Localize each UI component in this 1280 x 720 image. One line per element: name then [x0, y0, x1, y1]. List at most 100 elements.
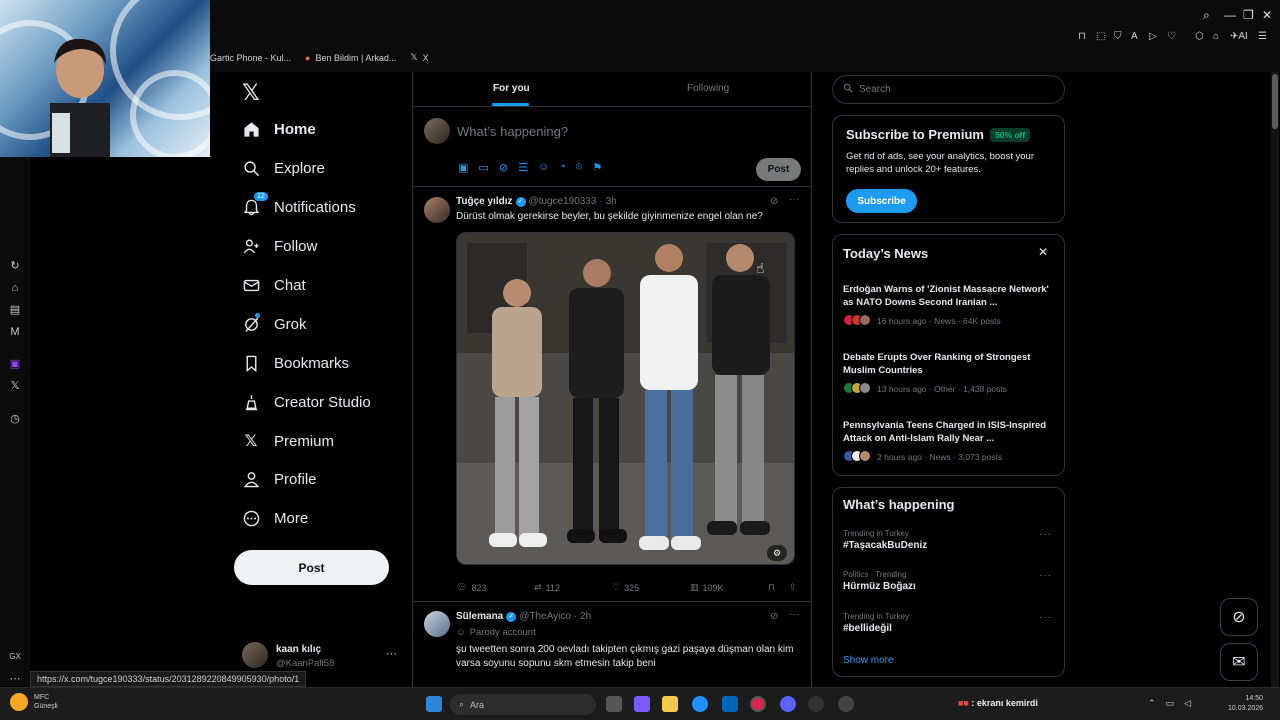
news-item[interactable]: Debate Erupts Over Ranking of Strongest …	[843, 351, 1055, 396]
app-icon[interactable]	[838, 696, 854, 712]
messages-fab[interactable]: ✉	[1220, 643, 1258, 681]
restore-button[interactable]: ❐	[1243, 8, 1254, 22]
location-icon[interactable]: ⌾	[576, 161, 583, 174]
bag-icon[interactable]: ⌂	[8, 281, 22, 295]
file-explorer-icon[interactable]	[662, 696, 678, 712]
steam-icon[interactable]	[808, 696, 824, 712]
gif-icon[interactable]: ▭	[478, 161, 488, 174]
twitch-icon[interactable]: ▣	[8, 357, 22, 371]
post-button[interactable]: Post	[234, 550, 389, 585]
more-icon[interactable]: ···	[789, 194, 799, 205]
more-icon[interactable]: ···	[386, 648, 397, 660]
nav-home[interactable]: Home	[242, 120, 316, 138]
gx-icon[interactable]: GX	[8, 650, 22, 664]
composer-post-button[interactable]: Post	[756, 158, 801, 181]
avatar[interactable]	[424, 611, 450, 637]
screenshot-icon[interactable]: ⬚	[1096, 31, 1105, 42]
more-icon[interactable]: ···	[1039, 570, 1052, 581]
close-icon[interactable]: ✕	[1038, 245, 1048, 259]
nav-bookmarks[interactable]: Bookmarks	[242, 354, 349, 372]
x-icon[interactable]: 𝕏	[8, 379, 22, 393]
tweet-time[interactable]: · 3h	[599, 196, 616, 207]
image-icon[interactable]: ▣	[458, 161, 468, 174]
task-view-icon[interactable]	[606, 696, 622, 712]
windows-start-icon[interactable]	[426, 696, 442, 712]
subscribe-button[interactable]: Subscribe	[846, 189, 917, 213]
tweet-photo[interactable]: ⚙	[456, 232, 795, 565]
more-icon[interactable]: ···	[1039, 612, 1052, 623]
nav-grok[interactable]: Grok	[242, 313, 307, 333]
bookmark-button[interactable]: ⊓	[768, 582, 775, 593]
tab-for-you[interactable]: For you	[493, 83, 530, 94]
tweet-time[interactable]: · 2h	[574, 611, 591, 622]
news-item[interactable]: Erdoğan Warns of 'Zionist Massacre Netwo…	[843, 283, 1055, 328]
clock-icon[interactable]: ◷	[8, 412, 22, 426]
store-icon[interactable]	[722, 696, 738, 712]
grok-icon[interactable]: ⊘	[499, 161, 508, 174]
news-item[interactable]: Pennsylvania Teens Charged in ISIS-Inspi…	[843, 419, 1055, 464]
taskbar-search[interactable]: ⌕ Ara	[450, 694, 596, 715]
nav-creator-studio[interactable]: Creator Studio	[242, 393, 371, 411]
pin-icon[interactable]: ⊓	[1078, 31, 1086, 42]
tweet-author[interactable]: Tuğçe yıldız	[456, 196, 513, 207]
tweet-handle[interactable]: @TheAyico	[519, 611, 571, 622]
trend-item[interactable]: Politics · Trending Hürmüz Boğazı	[843, 570, 1055, 592]
search-input[interactable]: Search	[832, 75, 1065, 104]
reply-button[interactable]: 💬︎ 823	[456, 582, 486, 593]
play-icon[interactable]: ▷	[1149, 31, 1157, 42]
more-icon[interactable]: ⋯	[8, 672, 22, 686]
x-logo-icon[interactable]: 𝕏	[242, 80, 260, 106]
more-icon[interactable]: ···	[789, 609, 799, 620]
browser-tab[interactable]: Gartic Phone - Kul...	[210, 52, 291, 63]
tweet[interactable]: Sülemana ✓ @TheAyico · 2h ⊘ ··· ☺ Parody …	[413, 603, 811, 687]
more-icon[interactable]: ···	[1039, 529, 1052, 540]
ai-icon[interactable]: ✈AI	[1230, 31, 1248, 42]
opera-gx-icon[interactable]	[750, 696, 766, 712]
grok-icon[interactable]: ⊘	[770, 611, 778, 622]
scrollbar-thumb[interactable]	[1272, 74, 1278, 129]
tab-following[interactable]: Following	[687, 83, 729, 94]
shield-icon[interactable]: ⛉	[1114, 31, 1122, 42]
copilot-icon[interactable]	[634, 696, 650, 712]
composer-input[interactable]: What’s happening?	[457, 124, 568, 139]
nav-follow[interactable]: Follow	[242, 237, 317, 255]
browser-tab[interactable]: ● Ben Bildim | Arkad...	[305, 52, 396, 63]
poll-icon[interactable]: ☰	[518, 161, 528, 174]
system-tray[interactable]: ⌃ ▭ ◁	[1148, 698, 1191, 709]
views-button[interactable]: ▥ 109K	[690, 582, 724, 593]
like-button[interactable]: ♡ 325	[612, 582, 639, 593]
grok-icon[interactable]: ⊘	[770, 196, 778, 207]
tweet-author[interactable]: Sülemana	[456, 611, 503, 622]
search-icon[interactable]: ⌕	[1203, 8, 1210, 23]
close-button[interactable]: ✕	[1262, 8, 1272, 22]
share-button[interactable]: ⇧	[789, 582, 797, 593]
avatar[interactable]	[424, 197, 450, 223]
nav-more[interactable]: More	[242, 509, 308, 527]
heart-icon[interactable]: ♡	[1167, 31, 1176, 42]
emoji-icon[interactable]: ☺	[538, 161, 549, 174]
trend-item[interactable]: Trending in Turkey #bellideğil	[843, 612, 1055, 634]
nav-premium[interactable]: 𝕏 Premium	[242, 432, 334, 451]
lock-icon[interactable]: ⌂	[1213, 31, 1219, 42]
grok-fab[interactable]: ⊘	[1220, 598, 1258, 636]
edge-icon[interactable]	[692, 696, 708, 712]
account-switcher[interactable]: kaan kılıç @KaanPall58 ···	[242, 642, 402, 672]
m-icon[interactable]: M	[8, 325, 22, 339]
browser-tab-active[interactable]: 𝕏X	[410, 52, 428, 63]
scrollbar-track[interactable]	[1271, 72, 1279, 687]
repost-button[interactable]: ⇄ 112	[534, 582, 560, 593]
minimize-button[interactable]: —	[1224, 8, 1236, 22]
edit-image-icon[interactable]: ⚙	[767, 545, 787, 561]
nav-profile[interactable]: Profile	[242, 470, 317, 488]
discord-icon[interactable]	[780, 696, 796, 712]
schedule-icon[interactable]: ◔	[559, 161, 566, 174]
tweet[interactable]: Tuğçe yıldız ✓ @tugce190333 · 3h ⊘ ··· D…	[413, 188, 811, 602]
translate-icon[interactable]: A	[1131, 31, 1138, 42]
show-more-link[interactable]: Show more	[843, 655, 894, 666]
clock[interactable]: 14:50 10.03.2026	[1228, 694, 1263, 714]
trend-item[interactable]: Trending in Turkey #TaşacakBuDeniz	[843, 529, 1055, 551]
weather-widget[interactable]: MFC Güneşli	[10, 693, 58, 711]
extensions-icon[interactable]: ⬡	[1195, 31, 1204, 42]
nav-chat[interactable]: Chat	[242, 276, 306, 294]
menu-icon[interactable]: ☰	[1258, 31, 1267, 42]
